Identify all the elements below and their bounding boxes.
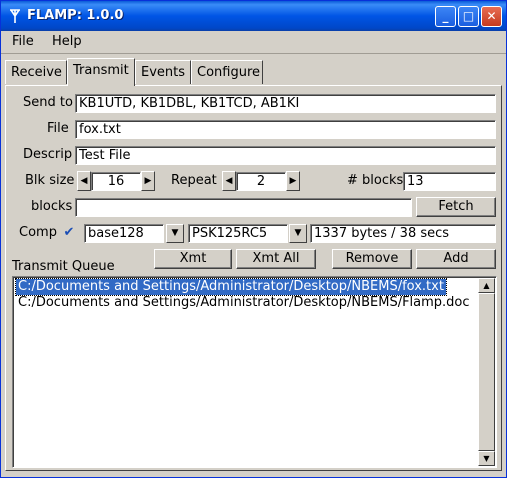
scroll-up-button[interactable]: ▲	[478, 278, 495, 293]
comp-checkbox[interactable]: ✔	[62, 226, 76, 240]
arrow-right-icon: ▶	[289, 176, 297, 186]
encoding-select[interactable]: base128	[84, 224, 164, 243]
maximize-icon: □	[462, 9, 475, 23]
remove-button[interactable]: Remove	[332, 249, 412, 269]
blocks-label: blocks	[31, 199, 73, 214]
maximize-button[interactable]: □	[458, 6, 479, 27]
mode-dropdown-button[interactable]: ▼	[289, 224, 307, 243]
arrow-left-icon: ◀	[80, 176, 88, 186]
chevron-down-icon: ▼	[171, 228, 179, 238]
tab-events[interactable]: Events	[135, 60, 191, 84]
file-field[interactable]: fox.txt	[75, 120, 496, 139]
app-window: FLAMP: 1.0.0 _ □ ✕ File Help Receive Tra…	[0, 0, 507, 478]
close-icon: ✕	[486, 9, 497, 23]
menu-file[interactable]: File	[12, 34, 34, 49]
minimize-button[interactable]: _	[435, 6, 456, 27]
tab-transmit[interactable]: Transmit	[67, 58, 135, 86]
chevron-down-icon: ▼	[483, 454, 490, 463]
minimize-icon: _	[442, 9, 449, 23]
arrow-left-icon: ◀	[225, 176, 233, 186]
title-bar[interactable]: FLAMP: 1.0.0 _ □ ✕	[1, 1, 506, 31]
file-label: File	[47, 121, 69, 136]
fetch-button[interactable]: Fetch	[416, 197, 496, 217]
xmt-all-button[interactable]: Xmt All	[236, 249, 316, 269]
encoding-dropdown-button[interactable]: ▼	[166, 224, 184, 243]
list-item[interactable]: C:/Documents and Settings/Administrator/…	[15, 278, 447, 296]
tab-receive[interactable]: Receive	[5, 60, 67, 84]
comp-label: Comp	[19, 225, 57, 240]
repeat-decrement[interactable]: ◀	[222, 171, 236, 191]
xmt-button[interactable]: Xmt	[154, 249, 232, 269]
list-item[interactable]: C:/Documents and Settings/Administrator/…	[16, 295, 472, 311]
close-button[interactable]: ✕	[481, 6, 502, 27]
num-blocks-label: # blocks	[347, 173, 404, 188]
repeat-label: Repeat	[171, 173, 217, 188]
transmit-queue-list[interactable]: C:/Documents and Settings/Administrator/…	[12, 276, 497, 468]
menu-bar: File Help	[1, 31, 506, 54]
mode-select[interactable]: PSK125RC5	[188, 224, 288, 243]
send-to-field[interactable]: KB1UTD, KB1DBL, KB1TCD, AB1KI	[75, 94, 496, 113]
size-info-field: 1337 bytes / 38 secs	[310, 224, 496, 243]
window-title: FLAMP: 1.0.0	[27, 8, 124, 23]
repeat-field[interactable]: 2	[236, 172, 286, 191]
num-blocks-field[interactable]: 13	[403, 172, 496, 191]
arrow-right-icon: ▶	[144, 176, 152, 186]
descrip-field[interactable]: Test File	[75, 146, 496, 165]
blk-size-increment[interactable]: ▶	[141, 171, 155, 191]
scroll-thumb[interactable]	[478, 293, 495, 451]
repeat-increment[interactable]: ▶	[286, 171, 300, 191]
vertical-scrollbar[interactable]: ▲ ▼	[478, 278, 495, 466]
transmit-queue-label: Transmit Queue	[12, 259, 115, 274]
send-to-label: Send to	[23, 95, 73, 110]
blk-size-field[interactable]: 16	[91, 172, 141, 191]
tab-configure[interactable]: Configure	[191, 60, 263, 84]
descrip-label: Descrip	[23, 147, 73, 162]
scroll-down-button[interactable]: ▼	[478, 451, 495, 466]
chevron-down-icon: ▼	[294, 228, 302, 238]
chevron-up-icon: ▲	[483, 281, 490, 290]
blk-size-decrement[interactable]: ◀	[77, 171, 91, 191]
antenna-icon	[7, 8, 23, 24]
checkmark-icon: ✔	[63, 225, 75, 240]
menu-help[interactable]: Help	[52, 34, 82, 49]
blk-size-label: Blk size	[25, 173, 75, 188]
add-button[interactable]: Add	[416, 249, 496, 269]
blocks-field[interactable]	[75, 198, 412, 217]
